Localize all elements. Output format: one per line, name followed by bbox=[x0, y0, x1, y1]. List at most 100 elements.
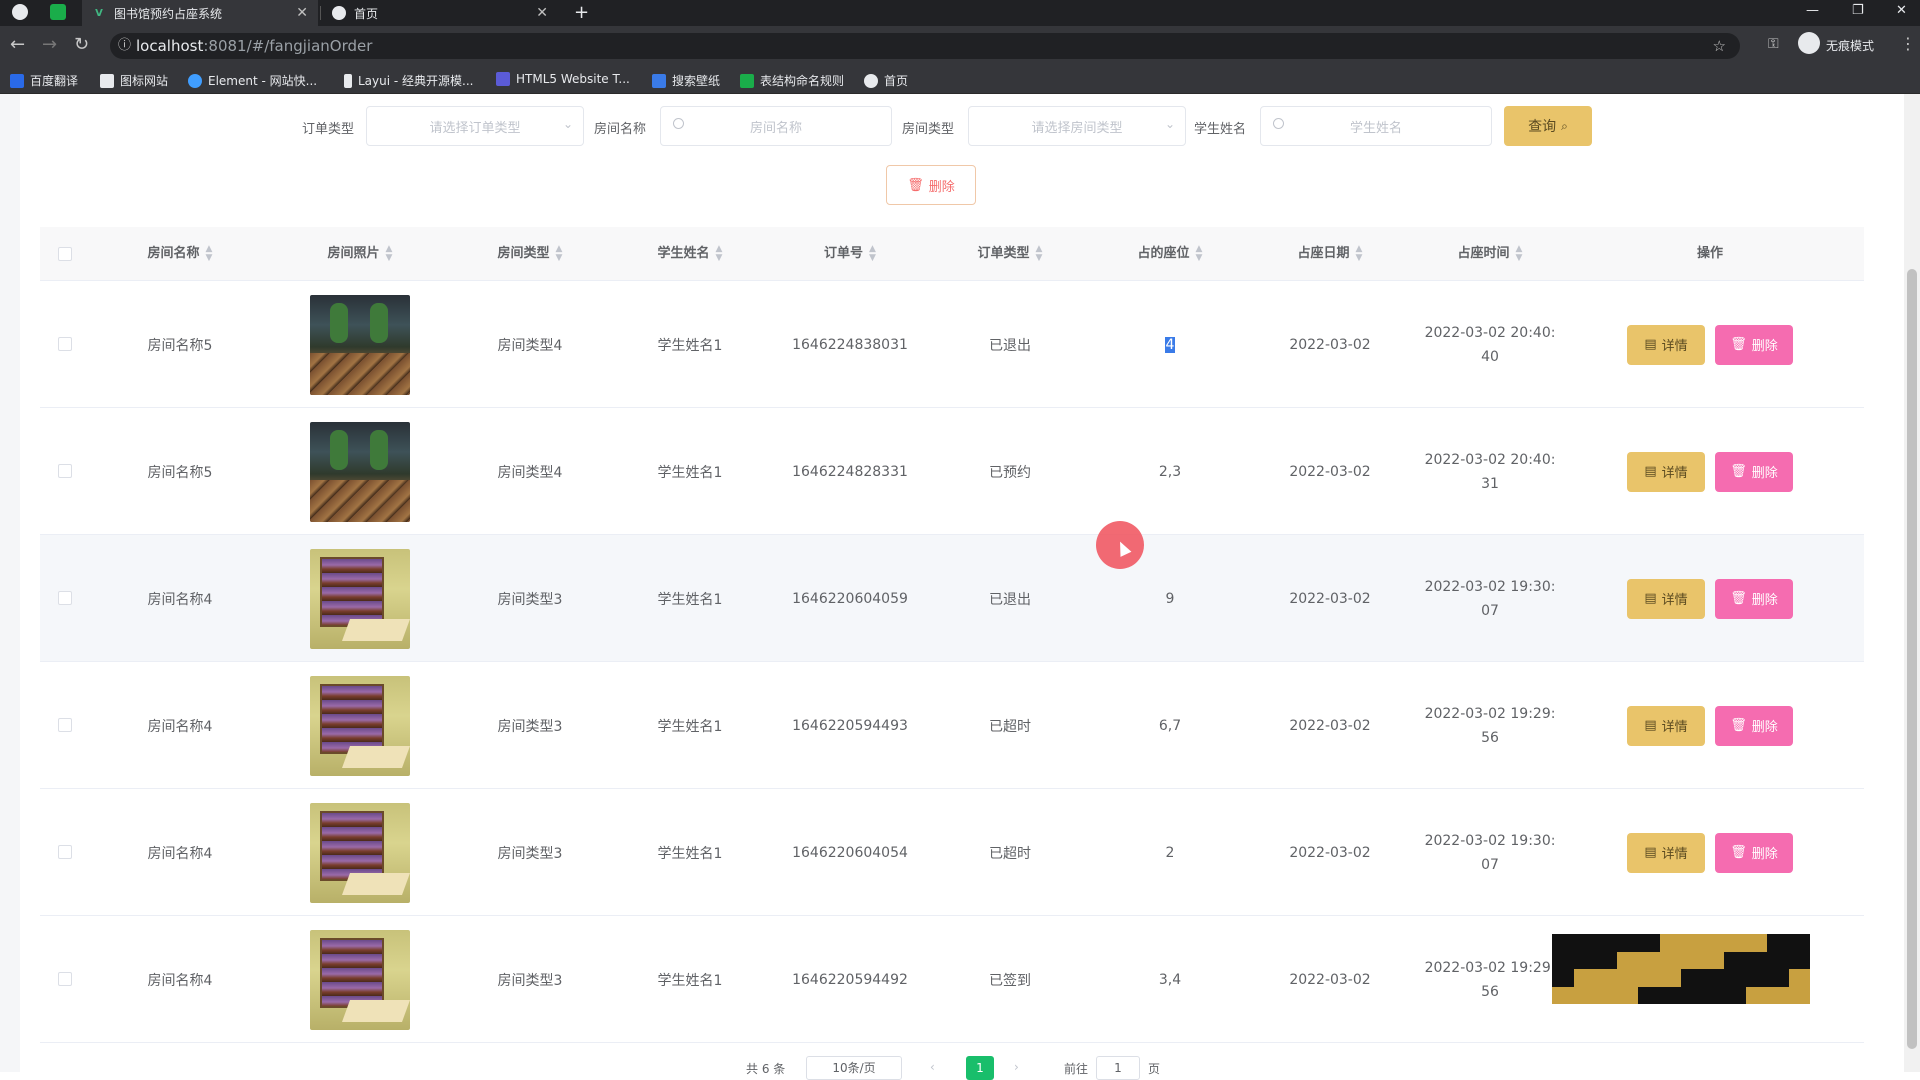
minimize-icon[interactable]: — bbox=[1806, 3, 1819, 18]
reload-icon[interactable]: ↻ bbox=[74, 34, 89, 55]
row-checkbox[interactable] bbox=[58, 337, 72, 351]
cell-text: 4 bbox=[1164, 336, 1176, 353]
table-row[interactable]: 房间名称5 房间类型4 学生姓名1 1646224838031 已退出 4 2022-03-… bbox=[40, 281, 1864, 408]
room-photo[interactable] bbox=[310, 421, 410, 522]
sort-icon[interactable]: ▲ ▼ bbox=[716, 244, 723, 263]
bookmark-item[interactable]: HTML5 Website T... bbox=[496, 72, 630, 86]
mosaic-tile bbox=[1745, 969, 1767, 987]
col-student-name[interactable]: 学生姓名 ▲ ▼ bbox=[620, 227, 760, 281]
table-row[interactable]: 房间名称4 房间类型3 学生姓名1 1646220604059 已退出 9 2022-03-… bbox=[40, 535, 1864, 662]
bookmark-item[interactable]: Layui - 经典开源模... bbox=[344, 72, 473, 89]
menu-icon[interactable]: ⋮ bbox=[1900, 34, 1916, 53]
col-order-type[interactable]: 订单类型 ▲ ▼ bbox=[940, 227, 1080, 281]
row-checkbox[interactable] bbox=[58, 591, 72, 605]
scrollbar-thumb[interactable] bbox=[1907, 269, 1917, 1049]
info-icon[interactable]: ⓘ bbox=[118, 33, 131, 59]
mosaic-tile bbox=[1702, 986, 1724, 1004]
student-name-input[interactable]: 学生姓名 bbox=[1260, 106, 1492, 146]
page-1-button[interactable]: 1 bbox=[966, 1056, 994, 1080]
url-field[interactable]: ⓘ localhost:8081/#/fangjianOrder ☆ bbox=[110, 33, 1740, 59]
detail-button[interactable]: ▤ 详情 bbox=[1627, 324, 1705, 365]
star-icon[interactable]: ☆ bbox=[1713, 33, 1726, 59]
sort-icon[interactable]: ▲ ▼ bbox=[206, 244, 213, 263]
col-room-photo[interactable]: 房间照片 ▲ ▼ bbox=[290, 227, 430, 281]
row-checkbox[interactable] bbox=[58, 972, 72, 986]
back-icon[interactable]: ← bbox=[10, 34, 25, 55]
browser-tab-bar: V 图书馆预约占座系统 ✕ 首页 ✕ + — ❐ ✕ bbox=[0, 0, 1920, 26]
room-photo[interactable] bbox=[310, 294, 410, 395]
col-date[interactable]: 占座日期 ▲ ▼ bbox=[1260, 227, 1400, 281]
forward-icon[interactable]: → bbox=[42, 34, 57, 55]
delete-button[interactable]: 🗑 删除 bbox=[1715, 324, 1793, 365]
bookmark-item[interactable]: 图标网站 bbox=[100, 72, 168, 89]
sort-icon[interactable]: ▲ ▼ bbox=[1516, 244, 1523, 263]
url-path: :8081/#/fangjianOrder bbox=[203, 37, 373, 55]
tab-library-system[interactable]: V 图书馆预约占座系统 ✕ bbox=[82, 0, 318, 26]
batch-delete-button[interactable]: 🗑 删除 bbox=[886, 165, 976, 205]
cell-room-photo bbox=[290, 281, 430, 408]
header-label: 房间类型 bbox=[497, 246, 550, 261]
order-type-select[interactable]: 请选择订单类型 ⌄ bbox=[366, 106, 584, 146]
row-checkbox[interactable] bbox=[58, 845, 72, 859]
mosaic-tile bbox=[1724, 934, 1746, 952]
table-row[interactable]: 房间名称4 房间类型3 学生姓名1 1646220594493 已超时 6,7 2022-0… bbox=[40, 662, 1864, 789]
room-photo[interactable] bbox=[310, 548, 410, 649]
close-icon[interactable]: ✕ bbox=[536, 5, 548, 21]
incognito-icon[interactable] bbox=[1798, 32, 1820, 54]
cell-student: 学生姓名1 bbox=[620, 662, 760, 789]
bookmark-item[interactable]: 百度翻译 bbox=[10, 72, 78, 89]
bookmark-item[interactable]: 首页 bbox=[864, 72, 908, 89]
room-photo[interactable] bbox=[310, 802, 410, 903]
tab-home[interactable]: 首页 ✕ bbox=[322, 0, 558, 26]
table-row[interactable]: 房间名称4 房间类型3 学生姓名1 1646220604054 已超时 2 2022-03-… bbox=[40, 789, 1864, 916]
delete-button[interactable]: 🗑 删除 bbox=[1715, 705, 1793, 746]
sort-icon[interactable]: ▲ ▼ bbox=[1036, 244, 1043, 263]
row-checkbox[interactable] bbox=[58, 718, 72, 732]
sort-icon[interactable]: ▲ ▼ bbox=[556, 244, 563, 263]
page-size-select[interactable]: 10条/页 bbox=[806, 1056, 902, 1080]
sort-icon[interactable]: ▲ ▼ bbox=[1196, 244, 1203, 263]
sort-icon[interactable]: ▲ ▼ bbox=[869, 244, 876, 263]
bookmark-item[interactable]: Element - 网站快... bbox=[188, 72, 317, 89]
room-name-input[interactable]: 房间名称 bbox=[660, 106, 892, 146]
room-photo[interactable] bbox=[310, 929, 410, 1030]
bookmark-item[interactable]: 搜索壁纸 bbox=[652, 72, 720, 89]
sort-icon[interactable]: ▲ ▼ bbox=[386, 244, 393, 263]
new-tab-icon[interactable]: + bbox=[574, 2, 589, 23]
goto-page-input[interactable]: 1 bbox=[1096, 1056, 1140, 1080]
room-photo[interactable] bbox=[310, 675, 410, 776]
col-seat[interactable]: 占的座位 ▲ ▼ bbox=[1100, 227, 1240, 281]
cell-text: 房间名称4 bbox=[147, 591, 213, 608]
restore-icon[interactable]: ❐ bbox=[1852, 3, 1864, 18]
delete-button[interactable]: 🗑 删除 bbox=[1715, 578, 1793, 619]
detail-button[interactable]: ▤ 详情 bbox=[1627, 832, 1705, 873]
col-order-no[interactable]: 订单号 ▲ ▼ bbox=[780, 227, 920, 281]
bookmark-item[interactable]: 表结构命名规则 bbox=[740, 72, 844, 89]
delete-button[interactable]: 🗑 删除 bbox=[1715, 832, 1793, 873]
cell-text: 房间名称4 bbox=[147, 845, 213, 862]
col-room-type[interactable]: 房间类型 ▲ ▼ bbox=[460, 227, 600, 281]
col-time[interactable]: 占座时间 ▲ ▼ bbox=[1420, 227, 1560, 281]
pagination: 共 6 条 10条/页 ‹ 1 › 前往 1 页 bbox=[740, 1056, 1240, 1080]
select-all-checkbox[interactable] bbox=[58, 247, 72, 261]
query-button[interactable]: 查询 ⌕ bbox=[1504, 106, 1592, 146]
key-icon[interactable]: ⚿ bbox=[1768, 36, 1779, 52]
room-type-select[interactable]: 请选择房间类型 ⌄ bbox=[968, 106, 1186, 146]
mosaic-tile bbox=[1659, 986, 1681, 1004]
delete-button[interactable]: 🗑 删除 bbox=[1715, 451, 1793, 492]
scrollbar[interactable] bbox=[1904, 94, 1920, 1072]
browser-menu-icon[interactable] bbox=[12, 4, 28, 20]
header-label: 占座时间 bbox=[1457, 246, 1510, 261]
mosaic-tile bbox=[1638, 951, 1660, 969]
close-window-icon[interactable]: ✕ bbox=[1896, 3, 1907, 18]
close-icon[interactable]: ✕ bbox=[296, 5, 308, 21]
detail-button[interactable]: ▤ 详情 bbox=[1627, 705, 1705, 746]
sort-icon[interactable]: ▲ ▼ bbox=[1356, 244, 1363, 263]
col-room-name[interactable]: 房间名称 ▲ ▼ bbox=[110, 227, 250, 281]
table-row[interactable]: 房间名称5 房间类型4 学生姓名1 1646224828331 已预约 2,3 2022-0… bbox=[40, 408, 1864, 535]
detail-button[interactable]: ▤ 详情 bbox=[1627, 578, 1705, 619]
row-checkbox[interactable] bbox=[58, 464, 72, 478]
detail-button[interactable]: ▤ 详情 bbox=[1627, 451, 1705, 492]
pinned-tab-icon[interactable] bbox=[50, 4, 66, 20]
cell-room-photo bbox=[290, 662, 430, 789]
